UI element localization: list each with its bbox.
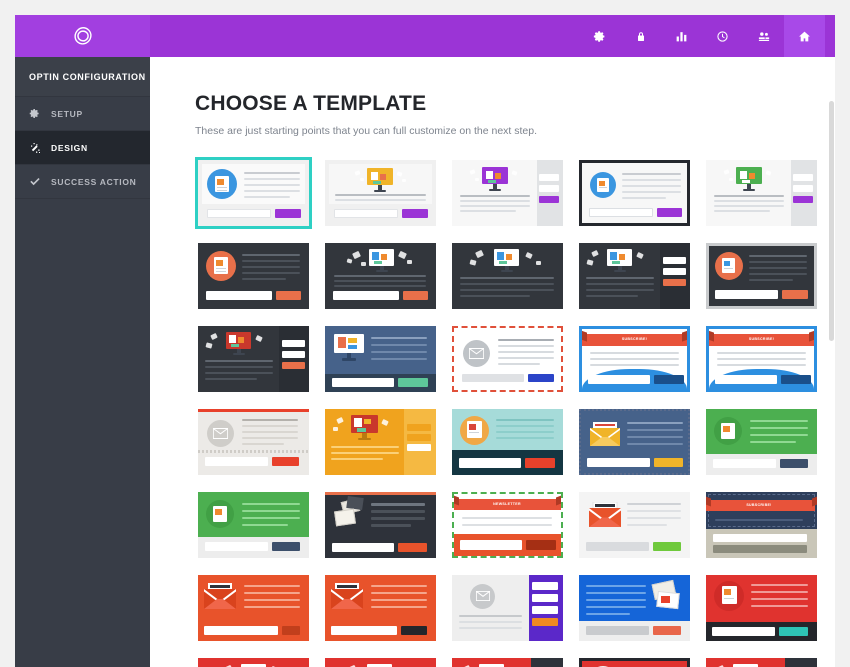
ribbon-label-subscribe: SUBSCRIBE! (746, 503, 772, 507)
template-card-t2[interactable] (322, 157, 439, 229)
nav-home-button[interactable] (784, 15, 825, 57)
template-card-t8[interactable] (449, 240, 566, 312)
envelope-icon (476, 591, 490, 601)
template-card-t3[interactable] (449, 157, 566, 229)
sidebar-item-design[interactable]: DESIGN (15, 131, 157, 165)
page-subtitle: These are just starting points that you … (195, 125, 538, 137)
template-card-t33[interactable] (449, 655, 566, 667)
ribbon-label-newsletter: NEWSLETTER (493, 502, 521, 506)
nav-help-button[interactable] (702, 15, 743, 57)
template-card-t18[interactable] (449, 406, 566, 478)
sidebar-item-label: SUCCESS ACTION (51, 176, 137, 187)
template-card-t5[interactable] (703, 157, 820, 229)
content-scrollbar[interactable] (829, 101, 834, 341)
ribbon-label-subscribe: SUBSCRIBE! (621, 337, 648, 341)
template-card-t22[interactable] (322, 489, 439, 561)
wand-icon (29, 142, 51, 154)
app-window: OPTIN CONFIGURATION SETUP DESIGN SUCCESS… (15, 15, 835, 667)
template-card-t34[interactable] (576, 655, 693, 667)
template-card-t17[interactable] (322, 406, 439, 478)
clock-icon (717, 30, 728, 42)
template-card-t23[interactable]: NEWSLETTER (449, 489, 566, 561)
ribbon-label-subscribe: SUBSCRIBE! (748, 337, 775, 341)
envelope-icon (213, 428, 228, 439)
envelope-icon (590, 422, 620, 446)
template-card-t31[interactable] (195, 655, 312, 667)
envelope-icon (469, 348, 484, 359)
bar-chart-icon (676, 31, 687, 41)
template-card-t20[interactable] (703, 406, 820, 478)
gear-icon (593, 30, 605, 42)
lock-icon (637, 31, 644, 41)
nav-settings-button[interactable] (579, 15, 620, 57)
sidebar-item-setup[interactable]: SETUP (15, 97, 150, 131)
home-icon (799, 31, 810, 41)
template-card-t15[interactable]: SUBSCRIBE! (703, 323, 820, 395)
gear-icon (29, 108, 51, 119)
top-header-bar (15, 15, 835, 57)
envelope-icon (204, 583, 236, 609)
nav-users-button[interactable] (743, 15, 784, 57)
template-card-t30[interactable] (703, 572, 820, 644)
check-icon (29, 176, 51, 188)
sidebar-item-success-action[interactable]: SUCCESS ACTION (15, 165, 150, 199)
sidebar-item-label: SETUP (51, 108, 83, 119)
template-card-t14[interactable]: SUBSCRIBE! (576, 323, 693, 395)
template-card-t7[interactable] (322, 240, 439, 312)
header-nav (579, 15, 835, 57)
sidebar-title: OPTIN CONFIGURATION (15, 57, 150, 97)
template-card-t10[interactable] (703, 240, 820, 312)
template-card-t27[interactable] (322, 572, 439, 644)
envelope-icon (589, 502, 621, 527)
main-content: CHOOSE A TEMPLATE These are just startin… (150, 57, 835, 667)
template-card-t35[interactable] (703, 655, 820, 667)
sidebar-item-label: DESIGN (51, 142, 88, 153)
nav-security-button[interactable] (620, 15, 661, 57)
template-card-t16[interactable] (195, 406, 312, 478)
template-grid: SUBSCRIBE! SUBSCRIBE! NEWSLETTER SUBSCRI… (195, 157, 817, 667)
template-card-t28[interactable] (449, 572, 566, 644)
template-card-t29[interactable] (576, 572, 693, 644)
template-card-t32[interactable] (322, 655, 439, 667)
page-title: CHOOSE A TEMPLATE (195, 92, 427, 115)
template-card-t24[interactable] (576, 489, 693, 561)
template-card-t9[interactable] (576, 240, 693, 312)
template-card-t12[interactable] (322, 323, 439, 395)
template-card-t6[interactable] (195, 240, 312, 312)
template-card-t4[interactable] (576, 157, 693, 229)
brand-logo-icon (73, 27, 92, 45)
template-card-t1[interactable] (195, 157, 312, 229)
brand-logo[interactable] (15, 15, 150, 57)
template-card-t26[interactable] (195, 572, 312, 644)
nav-stats-button[interactable] (661, 15, 702, 57)
template-card-t13[interactable] (449, 323, 566, 395)
sidebar: OPTIN CONFIGURATION SETUP DESIGN SUCCESS… (15, 57, 157, 667)
template-card-t21[interactable] (195, 489, 312, 561)
users-icon (758, 31, 769, 41)
envelope-icon (331, 583, 363, 609)
template-card-t19[interactable] (576, 406, 693, 478)
template-card-t25[interactable]: SUBSCRIBE! (703, 489, 820, 561)
template-card-t11[interactable] (195, 323, 312, 395)
